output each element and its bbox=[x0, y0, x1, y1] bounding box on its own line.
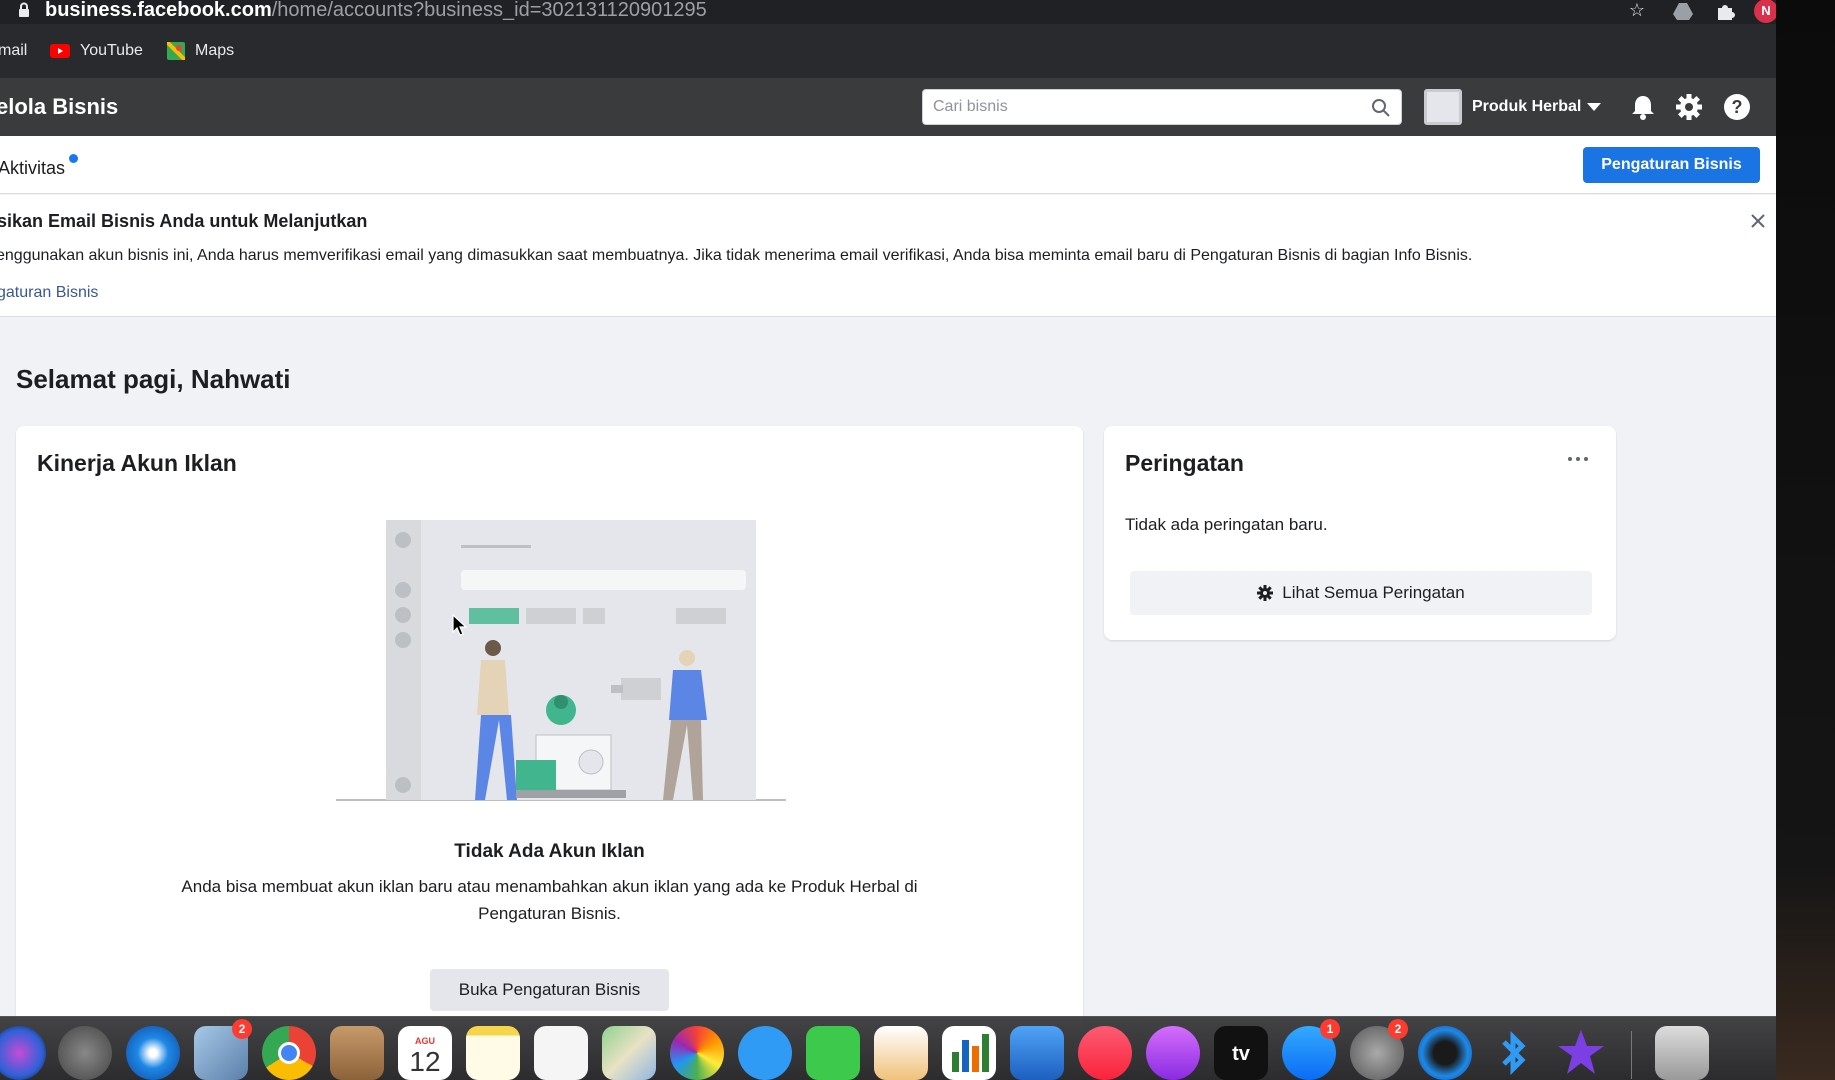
screen-edge-background bbox=[1776, 0, 1835, 1080]
url-path: /home/accounts?business_id=3021311209012… bbox=[271, 0, 707, 21]
calendar-day: 12 bbox=[409, 1046, 441, 1077]
launchpad-icon[interactable] bbox=[58, 1026, 112, 1080]
calendar-icon[interactable]: AGU 12 bbox=[398, 1026, 452, 1080]
mail-badge: 2 bbox=[232, 1019, 252, 1039]
url-text[interactable]: business.facebook.com/home/accounts?busi… bbox=[45, 0, 707, 20]
trash-icon[interactable] bbox=[1655, 1026, 1709, 1080]
business-thumbnail bbox=[1424, 89, 1462, 125]
help-icon[interactable]: ? bbox=[1722, 92, 1752, 122]
subnav-bar: Aktivitas Pengaturan Bisnis bbox=[0, 136, 1776, 194]
more-options-icon[interactable] bbox=[1566, 454, 1590, 464]
siri-icon[interactable] bbox=[0, 1026, 46, 1080]
numbers-icon[interactable] bbox=[942, 1026, 996, 1080]
notes-icon[interactable] bbox=[466, 1026, 520, 1080]
caret-down-icon bbox=[1587, 103, 1602, 111]
safari-icon[interactable] bbox=[126, 1026, 180, 1080]
empty-state-description: Anda bisa membuat akun iklan baru atau m… bbox=[181, 877, 918, 923]
apple-tv-icon[interactable]: tv bbox=[1214, 1026, 1268, 1080]
maps-icon bbox=[167, 41, 185, 60]
edge-icon[interactable] bbox=[1418, 1026, 1472, 1080]
svg-text:?: ? bbox=[1732, 97, 1743, 117]
no-alerts-text: Tidak ada peringatan baru. bbox=[1125, 515, 1328, 534]
gear-icon bbox=[1257, 585, 1274, 601]
extensions-icon[interactable] bbox=[1714, 0, 1736, 22]
browser-window: business.facebook.com/home/accounts?busi… bbox=[0, 0, 1776, 1080]
bookmarks-bar: mail YouTube Maps bbox=[0, 24, 1776, 78]
ad-account-performance-card: Kinerja Akun Iklan Tidak Ada Akun Iklan … bbox=[16, 426, 1083, 1080]
url-host: business.facebook.com bbox=[45, 0, 272, 21]
lock-icon bbox=[19, 2, 29, 17]
button-label: Lihat Semua Peringatan bbox=[1282, 583, 1465, 602]
activity-tab[interactable]: Aktivitas bbox=[0, 158, 65, 179]
search-icon[interactable] bbox=[1371, 98, 1391, 118]
maps-app-icon[interactable] bbox=[602, 1026, 656, 1080]
bookmark-label: YouTube bbox=[80, 42, 143, 59]
address-bar[interactable]: business.facebook.com/home/accounts?busi… bbox=[0, 0, 1776, 24]
open-business-settings-button[interactable]: Buka Pengaturan Bisnis bbox=[430, 969, 669, 1011]
bookmark-star-icon[interactable]: ☆ bbox=[1626, 0, 1648, 22]
view-all-alerts-button[interactable]: Lihat Semua Peringatan bbox=[1130, 571, 1592, 615]
mouse-cursor-icon bbox=[452, 614, 468, 636]
app-title[interactable]: elola Bisnis bbox=[0, 94, 118, 120]
card-title: Peringatan bbox=[1125, 450, 1244, 476]
app-store-badge: 1 bbox=[1320, 1019, 1340, 1039]
bluetooth-icon[interactable] bbox=[1486, 1026, 1540, 1080]
dock-separator bbox=[1631, 1031, 1632, 1079]
bookmark-label: Maps bbox=[195, 42, 235, 59]
bell-icon[interactable] bbox=[1628, 92, 1658, 122]
banner-settings-link[interactable]: gaturan Bisnis bbox=[0, 284, 98, 302]
imovie-icon[interactable] bbox=[1554, 1026, 1608, 1080]
profile-avatar[interactable]: N bbox=[1754, 0, 1776, 23]
pages-icon[interactable] bbox=[874, 1026, 928, 1080]
calendar-month: AGU bbox=[415, 1036, 435, 1046]
bookmark-label: mail bbox=[0, 42, 28, 59]
business-settings-button[interactable]: Pengaturan Bisnis bbox=[1583, 147, 1760, 183]
greeting-heading: Selamat pagi, Nahwati bbox=[16, 364, 291, 394]
system-preferences-badge: 2 bbox=[1388, 1019, 1408, 1039]
contacts-icon[interactable] bbox=[330, 1026, 384, 1080]
alerts-card: Peringatan Tidak ada peringatan baru. Li… bbox=[1104, 426, 1616, 640]
bookmark-gmail[interactable]: mail bbox=[0, 40, 27, 62]
notification-dot bbox=[69, 154, 78, 163]
drive-extension-icon[interactable] bbox=[1672, 0, 1694, 22]
macos-dock: 2 AGU 12 tv 1 2 bbox=[0, 1016, 1776, 1080]
chrome-icon[interactable] bbox=[262, 1026, 316, 1080]
banner-body: enggunakan akun bisnis ini, Anda harus m… bbox=[0, 247, 1473, 264]
photos-icon[interactable] bbox=[670, 1026, 724, 1080]
banner-title: sikan Email Bisnis Anda untuk Melanjutka… bbox=[0, 211, 368, 231]
podcasts-icon[interactable] bbox=[1146, 1026, 1200, 1080]
facetime-icon[interactable] bbox=[806, 1026, 860, 1080]
youtube-icon bbox=[50, 43, 70, 58]
empty-state-title: Tidak Ada Akun Iklan bbox=[454, 841, 645, 862]
verify-email-banner: sikan Email Bisnis Anda untuk Melanjutka… bbox=[0, 195, 1776, 317]
close-icon[interactable] bbox=[1748, 211, 1768, 231]
tv-label: tv bbox=[1232, 1043, 1250, 1065]
card-title: Kinerja Akun Iklan bbox=[37, 450, 237, 476]
gear-icon[interactable] bbox=[1674, 92, 1704, 122]
business-picker[interactable]: Produk Herbal bbox=[1424, 88, 1602, 126]
messages-icon[interactable] bbox=[738, 1026, 792, 1080]
business-name: Produk Herbal bbox=[1472, 98, 1582, 115]
bookmark-maps[interactable]: Maps bbox=[167, 40, 234, 62]
business-manager-header: elola Bisnis Produk Herbal ? bbox=[0, 78, 1776, 136]
reminders-icon[interactable] bbox=[534, 1026, 588, 1080]
keynote-icon[interactable] bbox=[1010, 1026, 1064, 1080]
search-input[interactable] bbox=[933, 96, 1353, 118]
empty-ads-illustration bbox=[336, 520, 786, 801]
music-icon[interactable] bbox=[1078, 1026, 1132, 1080]
business-search[interactable] bbox=[922, 89, 1402, 125]
bookmark-youtube[interactable]: YouTube bbox=[50, 40, 143, 62]
